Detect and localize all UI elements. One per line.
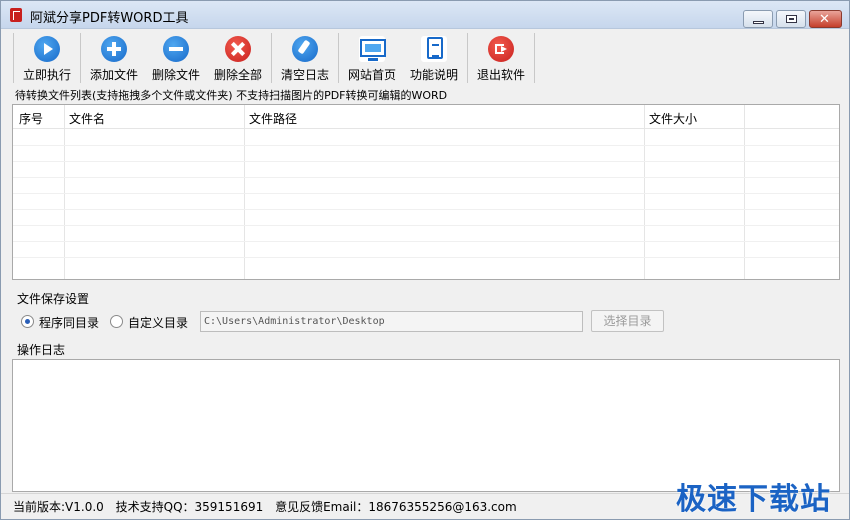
save-path-field[interactable]: C:\Users\Administrator\Desktop <box>200 311 583 332</box>
row-divider <box>13 257 839 258</box>
status-version: 当前版本:V1.0.0 <box>13 500 104 514</box>
column-header-filesize[interactable]: 文件大小 <box>649 110 697 127</box>
column-header-index[interactable]: 序号 <box>19 110 43 127</box>
window-title: 阿斌分享PDF转WORD工具 <box>30 11 189 26</box>
clear-log-button[interactable]: 清空日志 <box>274 33 336 83</box>
add-file-label: 添加文件 <box>89 68 138 82</box>
title-bar[interactable]: 阿斌分享PDF转WORD工具 ✕ <box>1 1 849 29</box>
app-window: 阿斌分享PDF转WORD工具 ✕ 立即执行 添加文件 删除文件 删除全部 清空日… <box>0 0 850 520</box>
row-divider <box>13 241 839 242</box>
toolbar-separator <box>13 33 14 83</box>
toolbar-separator <box>80 33 81 83</box>
monitor-icon <box>359 36 386 62</box>
watermark-logo: 极速下载站 <box>676 482 831 517</box>
close-icon: ✕ <box>819 12 830 27</box>
minimize-icon <box>753 21 764 24</box>
radio-custom-dir-label[interactable]: 自定义目录 <box>128 314 188 331</box>
add-file-button[interactable]: 添加文件 <box>83 33 145 83</box>
maximize-button[interactable] <box>776 10 806 28</box>
website-button[interactable]: 网站首页 <box>341 33 403 83</box>
row-divider <box>13 145 839 146</box>
column-divider <box>644 105 645 279</box>
file-list-table[interactable]: 序号 文件名 文件路径 文件大小 <box>12 104 840 280</box>
help-label: 功能说明 <box>409 68 458 82</box>
delete-all-button[interactable]: 删除全部 <box>207 33 269 83</box>
column-header-filename[interactable]: 文件名 <box>69 110 105 127</box>
column-divider <box>244 105 245 279</box>
delete-all-label: 删除全部 <box>213 68 262 82</box>
column-divider <box>64 105 65 279</box>
pdf-app-icon <box>10 8 22 22</box>
status-text: 当前版本:V1.0.0 技术支持QQ：359151691 意见反馈Email：1… <box>13 498 525 515</box>
status-bar: 当前版本:V1.0.0 技术支持QQ：359151691 意见反馈Email：1… <box>1 482 849 519</box>
x-circle-icon <box>225 36 251 62</box>
exit-label: 退出软件 <box>476 68 525 82</box>
website-label: 网站首页 <box>347 68 396 82</box>
status-support-qq: 技术支持QQ：359151691 <box>115 500 264 514</box>
exit-button[interactable]: 退出软件 <box>470 33 532 83</box>
column-divider <box>744 105 745 279</box>
execute-label: 立即执行 <box>22 68 71 82</box>
delete-file-button[interactable]: 删除文件 <box>145 33 207 83</box>
column-header-filepath[interactable]: 文件路径 <box>249 110 297 127</box>
brush-icon <box>292 36 318 62</box>
log-textarea[interactable] <box>12 359 840 492</box>
row-divider <box>13 209 839 210</box>
row-divider <box>13 161 839 162</box>
help-button[interactable]: 功能说明 <box>403 33 465 83</box>
file-list-hint: 待转换文件列表(支持拖拽多个文件或文件夹) 不支持扫描图片的PDF转换可编辑的W… <box>15 89 448 102</box>
save-settings-title: 文件保存设置 <box>17 292 90 306</box>
file-list-header: 序号 文件名 文件路径 文件大小 <box>13 105 839 129</box>
radio-custom-dir[interactable] <box>110 315 123 328</box>
row-divider <box>13 193 839 194</box>
row-divider <box>13 177 839 178</box>
toolbar-separator <box>338 33 339 83</box>
radio-program-dir-label[interactable]: 程序同目录 <box>39 314 99 331</box>
row-divider <box>13 225 839 226</box>
close-button[interactable]: ✕ <box>809 10 842 28</box>
exit-icon <box>488 36 514 62</box>
choose-directory-button[interactable]: 选择目录 <box>591 310 664 332</box>
clear-log-label: 清空日志 <box>280 68 329 82</box>
toolbar-separator <box>467 33 468 83</box>
minimize-button[interactable] <box>743 10 773 28</box>
toolbar-separator <box>534 33 535 83</box>
radio-program-dir[interactable] <box>21 315 34 328</box>
toolbar-separator <box>271 33 272 83</box>
status-feedback-email: 意见反馈Email：18676355256@163.com <box>275 500 517 514</box>
document-icon <box>421 36 447 62</box>
toolbar: 立即执行 添加文件 删除文件 删除全部 清空日志 网站首页 功能说明 退出软件 <box>11 33 537 83</box>
play-icon <box>34 36 60 62</box>
minus-icon <box>163 36 189 62</box>
execute-button[interactable]: 立即执行 <box>16 33 78 83</box>
maximize-icon <box>786 15 797 23</box>
log-title: 操作日志 <box>17 343 66 357</box>
plus-icon <box>101 36 127 62</box>
delete-file-label: 删除文件 <box>151 68 200 82</box>
